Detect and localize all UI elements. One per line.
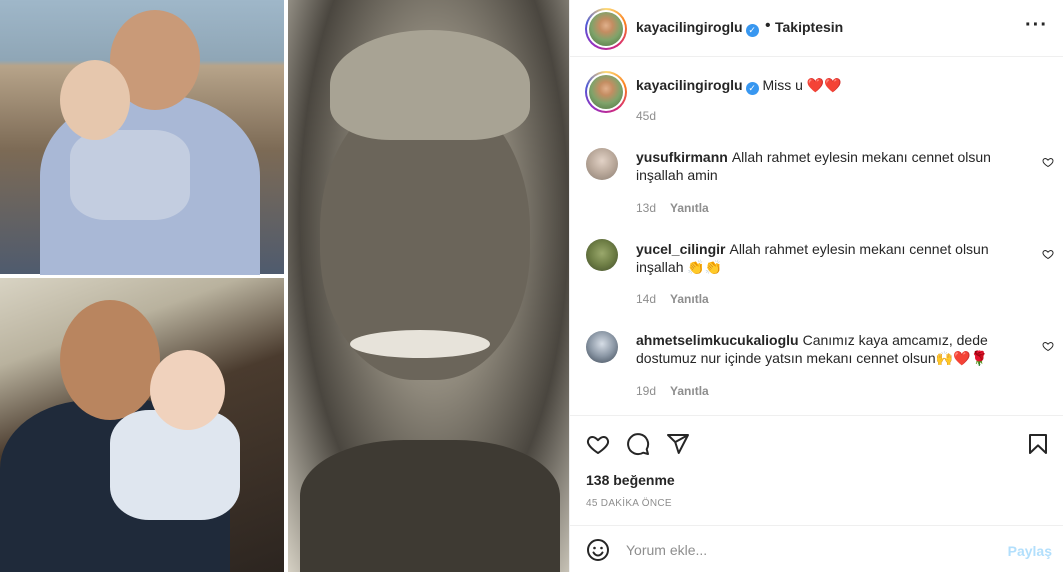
post-comment-button[interactable]: Paylaş — [1008, 543, 1052, 559]
emoji-icon[interactable] — [586, 538, 610, 562]
caption-avatar[interactable] — [585, 71, 627, 113]
reply-button[interactable]: Yanıtla — [670, 292, 709, 306]
comment-username[interactable]: yusufkirmann — [636, 149, 728, 165]
comment-like-heart-icon[interactable] — [1042, 248, 1054, 260]
photo-figure — [330, 30, 530, 140]
author-username[interactable]: kayacilingiroglu — [636, 19, 743, 35]
comment-time[interactable]: 19d — [636, 384, 656, 398]
photo-figure — [350, 330, 490, 358]
comment-composer: Paylaş — [570, 525, 1063, 572]
share-icon[interactable] — [666, 432, 690, 456]
comment-meta: 14d Yanıtla — [636, 292, 709, 306]
comment-text: yusufkirmann Allah rahmet eylesin mekanı … — [636, 148, 1016, 184]
reply-button[interactable]: Yanıtla — [670, 384, 709, 398]
comment-like-heart-icon[interactable] — [1042, 156, 1054, 168]
post-timestamp[interactable]: 45 DAKİKA ÖNCE — [586, 498, 672, 509]
comment-icon[interactable] — [626, 432, 650, 456]
comments-list[interactable]: kayacilingiroglu ✓ Miss u ❤️❤️ 45d yusufk… — [570, 58, 1063, 415]
caption-username[interactable]: kayacilingiroglu — [636, 77, 743, 93]
photo-figure — [300, 440, 560, 572]
post-actions: 138 beğenme 45 DAKİKA ÖNCE — [570, 415, 1063, 525]
comment-input[interactable] — [626, 536, 986, 564]
comment-text: yucel_cilingir Allah rahmet eylesin mekan… — [636, 240, 1016, 276]
comment-like-heart-icon[interactable] — [1042, 340, 1054, 352]
comment-time[interactable]: 14d — [636, 292, 656, 306]
author-username-row[interactable]: kayacilingiroglu ✓ — [636, 19, 759, 37]
bookmark-icon[interactable] — [1026, 432, 1050, 456]
comment-time[interactable]: 13d — [636, 201, 656, 215]
heart-icon[interactable] — [586, 432, 610, 456]
header-separator: • — [765, 17, 771, 34]
follow-status-button[interactable]: Takiptesin — [775, 19, 843, 35]
caption: kayacilingiroglu ✓ Miss u ❤️❤️ — [636, 77, 842, 95]
caption-emoji: ❤️❤️ — [806, 77, 842, 93]
verified-badge-icon: ✓ — [745, 82, 759, 95]
comment-meta: 13d Yanıtla — [636, 201, 709, 215]
comment-avatar[interactable] — [586, 239, 618, 271]
author-avatar[interactable] — [585, 8, 627, 50]
photo-figure — [60, 300, 160, 420]
like-count[interactable]: 138 beğenme — [586, 472, 675, 488]
verified-badge-icon: ✓ — [745, 24, 759, 37]
comment-avatar[interactable] — [586, 148, 618, 180]
photo-figure — [60, 60, 130, 140]
more-options-icon[interactable]: ··· — [1025, 14, 1048, 37]
comment-username[interactable]: yucel_cilingir — [636, 241, 725, 257]
photo-figure — [150, 350, 225, 430]
post-media[interactable] — [0, 0, 569, 572]
reply-button[interactable]: Yanıtla — [670, 201, 709, 215]
comment-text: ahmetselimkucukalioglu Canımız kaya amcam… — [636, 331, 1016, 367]
post-header: kayacilingiroglu ✓ • Takiptesin ··· — [570, 0, 1063, 57]
caption-text: Miss u — [762, 77, 803, 93]
photo-figure — [70, 130, 190, 220]
caption-time[interactable]: 45d — [636, 109, 656, 123]
comment-meta: 19d Yanıtla — [636, 384, 709, 398]
post-panel: kayacilingiroglu ✓ • Takiptesin ··· kayac… — [569, 0, 1063, 572]
comment-avatar[interactable] — [586, 331, 618, 363]
comment-username[interactable]: ahmetselimkucukalioglu — [636, 332, 799, 348]
